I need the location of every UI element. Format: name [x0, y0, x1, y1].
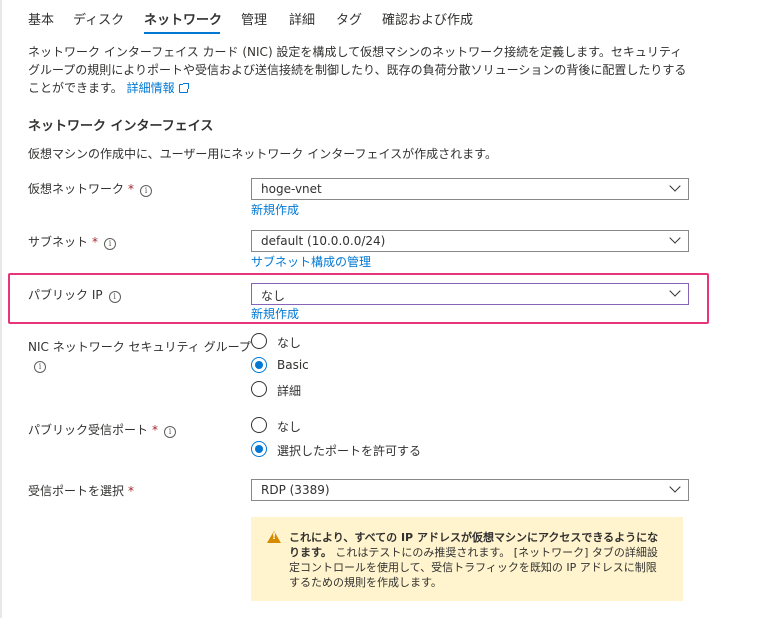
radio-circle	[251, 417, 267, 433]
tab-bar: 基本 ディスク ネットワーク 管理 詳細 タグ 確認および作成	[0, 0, 768, 36]
chevron-down-icon	[669, 285, 681, 297]
select-ports-value: RDP (3389)	[261, 483, 330, 497]
radio-circle	[251, 357, 267, 373]
section-description: 仮想マシンの作成中に、ユーザー用にネットワーク インターフェイスが作成されます。	[28, 147, 497, 161]
vnet-label-text: 仮想ネットワーク	[28, 182, 125, 196]
select-ports-dropdown[interactable]: RDP (3389)	[251, 479, 689, 501]
info-icon[interactable]: i	[104, 238, 117, 250]
subnet-value: default (10.0.0.0/24)	[261, 234, 386, 248]
tab-advanced[interactable]: 詳細	[289, 9, 315, 28]
chevron-down-icon	[669, 180, 681, 192]
public-ip-create-new-link[interactable]: 新規作成	[251, 305, 299, 322]
required-mark: *	[92, 235, 99, 249]
vnet-value: hoge-vnet	[261, 182, 322, 196]
radio-label: 詳細	[277, 384, 302, 398]
warning-icon	[267, 531, 281, 543]
required-mark: *	[128, 182, 135, 196]
select-ports-label: 受信ポートを選択 *	[28, 482, 134, 499]
warning-text: これはテストにのみ推奨されます。 [ネットワーク] タブの詳細設定コントロールを…	[289, 546, 658, 589]
tab-basics[interactable]: 基本	[28, 9, 54, 28]
info-icon[interactable]: i	[34, 361, 46, 373]
learn-more-link[interactable]: 詳細情報	[126, 81, 189, 95]
public-ip-value: なし	[261, 289, 286, 303]
radio-label: なし	[277, 420, 302, 434]
warning-banner: これにより、すべての IP アドレスが仮想マシンにアクセスできるようになります。…	[251, 517, 683, 601]
tab-networking[interactable]: ネットワーク	[144, 9, 222, 28]
public-ip-label: パブリック IP i	[28, 286, 121, 303]
external-link-icon	[178, 83, 189, 93]
manage-subnet-config-link[interactable]: サブネット構成の管理	[251, 253, 371, 270]
radio-label: Basic	[277, 358, 309, 372]
radio-circle	[251, 441, 267, 457]
inbound-ports-label: パブリック受信ポート * i	[28, 421, 177, 438]
radio-circle	[251, 333, 267, 349]
vnet-create-new-link[interactable]: 新規作成	[251, 201, 299, 218]
subnet-label: サブネット * i	[28, 233, 117, 250]
chevron-down-icon	[669, 481, 681, 493]
info-icon[interactable]: i	[140, 185, 153, 197]
subnet-dropdown[interactable]: default (10.0.0.0/24)	[251, 230, 689, 252]
nsg-label-text: NIC ネットワーク セキュリティ グループ	[28, 340, 251, 354]
tab-disks[interactable]: ディスク	[73, 9, 124, 28]
required-mark: *	[152, 423, 159, 437]
inbound-ports-label-text: パブリック受信ポート	[28, 423, 149, 437]
tab-tags[interactable]: タグ	[336, 9, 362, 28]
tab-management[interactable]: 管理	[241, 9, 267, 28]
section-title: ネットワーク インターフェイス	[28, 119, 214, 134]
vnet-dropdown[interactable]: hoge-vnet	[251, 178, 689, 200]
select-ports-label-text: 受信ポートを選択	[28, 484, 125, 498]
nsg-label: NIC ネットワーク セキュリティ グループ i	[28, 338, 251, 374]
public-ip-dropdown[interactable]: なし	[251, 283, 689, 305]
learn-more-label: 詳細情報	[126, 81, 175, 95]
public-ip-label-text: パブリック IP	[28, 288, 103, 302]
left-edge-border	[0, 0, 2, 618]
info-icon[interactable]: i	[108, 291, 121, 303]
radio-label: なし	[277, 336, 302, 350]
tab-review-create[interactable]: 確認および作成	[382, 9, 473, 28]
required-mark: *	[128, 484, 135, 498]
radio-label: 選択したポートを許可する	[277, 444, 422, 458]
active-tab-indicator	[144, 32, 220, 34]
subnet-label-text: サブネット	[28, 235, 89, 249]
radio-circle	[251, 381, 267, 397]
chevron-down-icon	[669, 232, 681, 244]
vnet-label: 仮想ネットワーク * i	[28, 180, 153, 197]
intro-description: ネットワーク インターフェイス カード (NIC) 設定を構成して仮想マシンのネ…	[28, 43, 688, 97]
info-icon[interactable]: i	[164, 426, 177, 438]
